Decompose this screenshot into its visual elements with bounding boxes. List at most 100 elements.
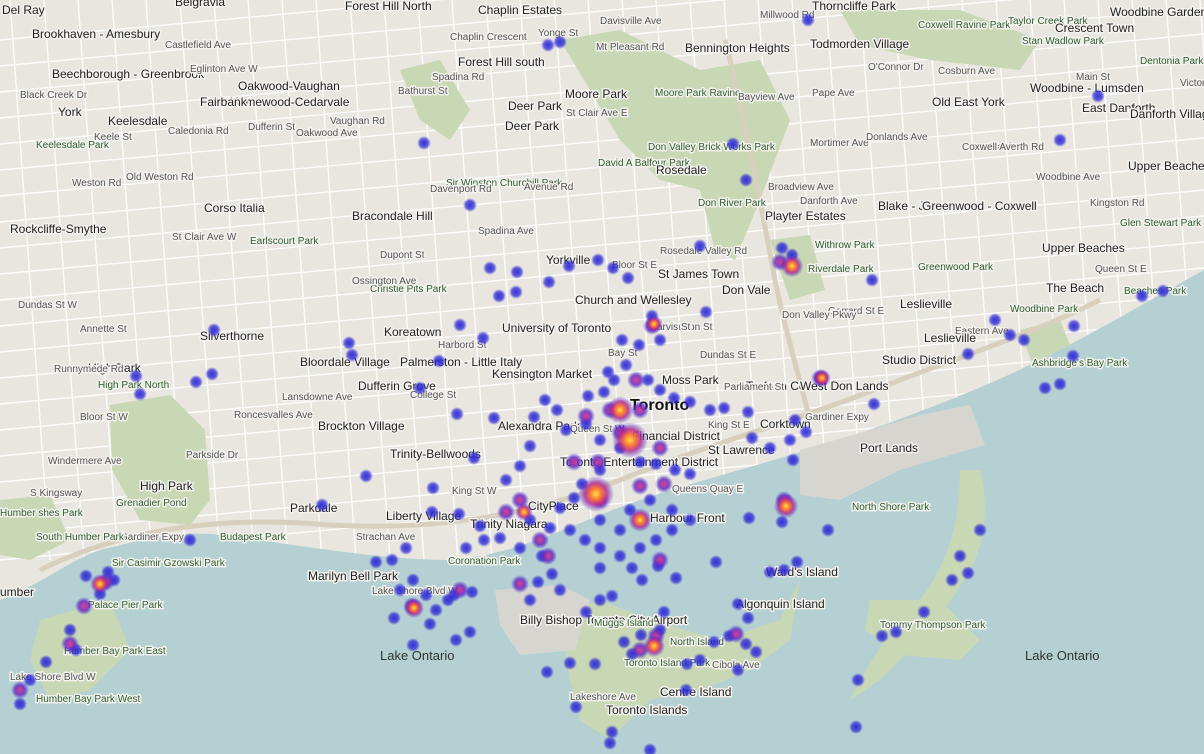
heat-point bbox=[867, 397, 881, 411]
heat-point bbox=[315, 498, 329, 512]
heat-point bbox=[973, 523, 987, 537]
heat-point bbox=[429, 603, 443, 617]
place-label-woodbine-gardens: Woodbine Gardens bbox=[1110, 5, 1204, 19]
heat-point-medium bbox=[651, 551, 669, 569]
place-label-bloordale: Bloordale Village bbox=[300, 355, 390, 369]
heat-point bbox=[749, 645, 763, 659]
place-label-marilyn-bell: Marilyn Bell Park bbox=[308, 569, 399, 583]
heat-point bbox=[851, 673, 865, 687]
heat-point bbox=[953, 549, 967, 563]
place-label-denton-golf: Dentonia Park Golf Course bbox=[1140, 56, 1204, 67]
heat-point bbox=[680, 657, 694, 671]
heat-point bbox=[477, 533, 491, 547]
place-label-oakwood-ave: Oakwood Ave bbox=[296, 128, 358, 139]
heat-point-medium bbox=[531, 531, 549, 549]
place-label-sir-casimir: Sir Casimir Gzowski Park bbox=[112, 558, 226, 569]
place-label-don-vale: Don Vale bbox=[722, 283, 771, 297]
heat-point bbox=[693, 239, 707, 253]
heat-point bbox=[579, 605, 593, 619]
place-label-weston-rd: Weston Rd bbox=[72, 178, 121, 189]
heat-point bbox=[476, 331, 490, 345]
place-label-beaches-park: Beaches Park bbox=[1124, 286, 1187, 297]
heat-point bbox=[406, 638, 420, 652]
place-label-belgravia: Belgravia bbox=[175, 0, 225, 9]
heat-point bbox=[499, 473, 513, 487]
place-label-davenport-rd: Davenport Rd bbox=[430, 184, 492, 195]
heat-point bbox=[741, 611, 755, 625]
heat-point bbox=[643, 493, 657, 507]
heat-point bbox=[1017, 333, 1031, 347]
place-label-ashbridges: Ashbridge's Bay Park bbox=[1032, 358, 1128, 369]
heat-point bbox=[889, 625, 903, 639]
heat-point bbox=[665, 503, 679, 517]
place-label-upper-beaches: Upper Beaches bbox=[1128, 159, 1204, 173]
heat-point bbox=[492, 289, 506, 303]
heat-point-medium bbox=[539, 547, 557, 565]
place-label-chaplin-estates: Chaplin Estates bbox=[478, 3, 562, 17]
heat-point bbox=[591, 253, 605, 267]
heat-point bbox=[553, 35, 567, 49]
heat-point bbox=[425, 505, 439, 519]
heat-point bbox=[613, 523, 627, 537]
place-label-chaplin-crescent: Chaplin Crescent bbox=[450, 32, 527, 43]
heat-point bbox=[653, 383, 667, 397]
heat-point bbox=[393, 583, 407, 597]
map-canvas[interactable]: Del Ray Belgravia Forest Hill North Chaplin… bbox=[0, 0, 1204, 754]
heat-point bbox=[419, 588, 433, 602]
heatmap-map[interactable]: Del Ray Belgravia Forest Hill North Chaplin… bbox=[0, 0, 1204, 754]
place-label-woodbine-lumsden: Woodbine - Lumsden bbox=[1030, 81, 1144, 95]
place-label-dupont-st: Dupont St bbox=[380, 250, 425, 261]
place-label-moss-park: Moss Park bbox=[662, 373, 720, 387]
heat-point bbox=[741, 405, 755, 419]
place-label-grenadier: Grenadier Pond bbox=[116, 498, 187, 509]
heat-point bbox=[633, 541, 647, 555]
place-label-kensington: Kensington Market bbox=[492, 367, 593, 381]
heat-point bbox=[527, 410, 541, 424]
heat-point bbox=[510, 265, 524, 279]
heat-point bbox=[683, 395, 697, 409]
heat-point bbox=[588, 657, 602, 671]
place-label-rosedale: Rosedale bbox=[656, 163, 707, 177]
heat-point bbox=[1135, 289, 1149, 303]
heat-point bbox=[453, 318, 467, 332]
heat-point-medium bbox=[651, 439, 669, 457]
place-label-centre-island: Centre Island bbox=[660, 685, 731, 699]
heat-point bbox=[399, 541, 413, 555]
place-label-todmorden: Todmorden Village bbox=[810, 37, 910, 51]
heat-point bbox=[406, 573, 420, 587]
place-label-eglinton-ave-w: Eglinton Ave W bbox=[190, 64, 258, 75]
heat-point bbox=[821, 523, 835, 537]
place-label-queen-st-e: Queen St E bbox=[1095, 264, 1147, 275]
heat-point bbox=[607, 373, 621, 387]
heat-point bbox=[542, 275, 556, 289]
heat-point bbox=[865, 273, 879, 287]
place-label-toronto-islands: Toronto Islands bbox=[606, 703, 687, 717]
heat-point bbox=[961, 566, 975, 580]
place-label-oconnor: O'Connor Dr bbox=[868, 62, 924, 73]
heat-point bbox=[538, 393, 552, 407]
heat-point bbox=[540, 665, 554, 679]
heat-point bbox=[426, 481, 440, 495]
heat-point bbox=[665, 523, 679, 537]
place-label-glen-stewart: Glen Stewart Park bbox=[1120, 218, 1202, 229]
place-label-humber: umber bbox=[0, 585, 34, 599]
heat-point bbox=[593, 561, 607, 575]
place-label-bay-st: Bay St bbox=[608, 348, 638, 359]
heat-point bbox=[423, 617, 437, 631]
heat-point-medium bbox=[627, 371, 645, 389]
heat-point bbox=[726, 137, 740, 151]
place-label-st-clair-w: St Clair Ave W bbox=[172, 232, 237, 243]
heat-point bbox=[513, 459, 527, 473]
place-label-forest-hill-south: Forest Hill south bbox=[458, 55, 545, 69]
heat-point bbox=[605, 589, 619, 603]
place-label-caledonia: Caledonia Rd bbox=[168, 126, 229, 137]
heat-point bbox=[450, 407, 464, 421]
heat-point bbox=[133, 387, 147, 401]
heat-point-medium bbox=[589, 453, 607, 471]
heat-point bbox=[668, 463, 682, 477]
heat-point bbox=[493, 531, 507, 545]
place-label-corso-italia: Corso Italia bbox=[204, 201, 265, 215]
heat-point bbox=[717, 401, 731, 415]
heat-point bbox=[1003, 328, 1017, 342]
heat-point bbox=[777, 563, 791, 577]
